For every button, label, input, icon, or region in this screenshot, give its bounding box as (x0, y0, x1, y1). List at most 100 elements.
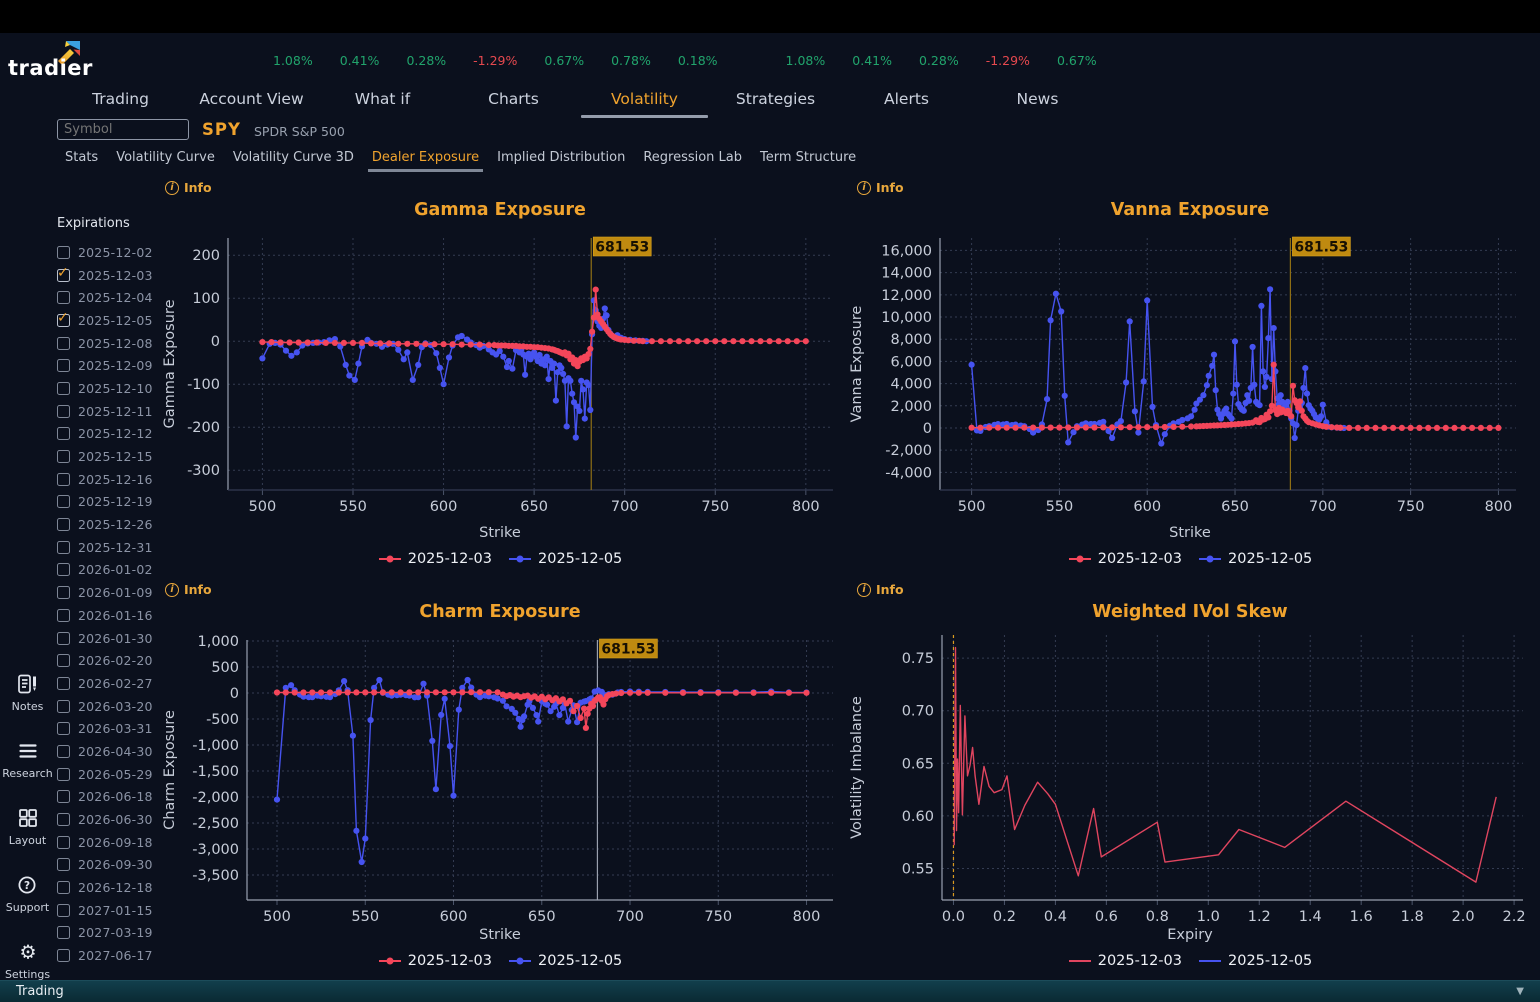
charm-plot-area: 681.53 1,000 500 0 -500 -1,000 -1,500 -2,000 -2,… (162, 634, 833, 924)
expiration-item[interactable]: 2026-06-30 (57, 808, 169, 831)
nav-item-account-view[interactable]: Account View (186, 90, 317, 120)
expiration-checkbox[interactable] (57, 563, 70, 577)
nav-item-alerts[interactable]: Alerts (841, 90, 972, 120)
tab-regression-lab[interactable]: Regression Lab (643, 150, 742, 172)
expiration-item[interactable]: 2026-09-18 (57, 831, 169, 854)
expiration-checkbox[interactable] (57, 404, 70, 418)
expiration-checkbox[interactable] (57, 722, 70, 736)
expiration-item[interactable]: 2025-12-04 (57, 286, 169, 309)
expiration-checkbox[interactable] (57, 310, 70, 327)
expiration-item[interactable]: 2026-03-20 (57, 695, 169, 718)
expiration-item[interactable]: 2026-12-18 (57, 876, 169, 899)
expiration-item[interactable]: 2025-12-05 (57, 309, 169, 332)
expiration-item[interactable]: 2025-12-10 (57, 377, 169, 400)
nav-item-volatility[interactable]: Volatility (579, 90, 710, 120)
expiration-checkbox[interactable] (57, 586, 70, 600)
rail-item-layout[interactable]: Layout (9, 808, 46, 847)
expiration-checkbox[interactable] (57, 495, 70, 509)
legend-item[interactable]: 2025-12-03 (378, 551, 492, 567)
expiration-item[interactable]: 2025-12-12 (57, 423, 169, 446)
expiration-checkbox[interactable] (57, 291, 70, 305)
legend-item[interactable]: 2025-12-03 (1068, 551, 1182, 567)
legend-item[interactable]: 2025-12-05 (508, 551, 622, 567)
rail-item-support[interactable]: ? Support (6, 875, 49, 914)
expiration-item[interactable]: 2025-12-31 (57, 536, 169, 559)
expiration-checkbox[interactable] (57, 336, 70, 350)
tab-implied-distribution[interactable]: Implied Distribution (497, 150, 625, 172)
legend-item[interactable]: 2025-12-05 (508, 953, 622, 969)
expiration-checkbox[interactable] (57, 813, 70, 827)
tab-volatility-curve-3d[interactable]: Volatility Curve 3D (233, 150, 354, 172)
expiration-checkbox[interactable] (57, 540, 70, 554)
expiration-item[interactable]: 2026-06-18 (57, 786, 169, 809)
expiration-checkbox[interactable] (57, 858, 70, 872)
nav-item-charts[interactable]: Charts (448, 90, 579, 120)
tab-volatility-curve[interactable]: Volatility Curve (116, 150, 215, 172)
expiration-checkbox[interactable] (57, 450, 70, 464)
expiration-item[interactable]: 2026-02-27 (57, 672, 169, 695)
expiration-checkbox[interactable] (57, 427, 70, 441)
expiration-checkbox[interactable] (57, 265, 70, 282)
expiration-checkbox[interactable] (57, 359, 70, 373)
expiration-checkbox[interactable] (57, 767, 70, 781)
expiration-checkbox[interactable] (57, 381, 70, 395)
expiration-item[interactable]: 2026-05-29 (57, 763, 169, 786)
expiration-item[interactable]: 2026-01-30 (57, 627, 169, 650)
expiration-item[interactable]: 2025-12-02 (57, 241, 169, 264)
expiration-item[interactable]: 2025-12-16 (57, 468, 169, 491)
info-button[interactable]: i Info (857, 180, 904, 195)
legend-item[interactable]: 2025-12-05 (1198, 953, 1312, 969)
expiration-item[interactable]: 2025-12-03 (57, 264, 169, 287)
expiration-checkbox[interactable] (57, 245, 70, 259)
tab-stats[interactable]: Stats (65, 150, 98, 172)
expiration-item[interactable]: 2025-12-08 (57, 332, 169, 355)
expiration-item[interactable]: 2025-12-09 (57, 354, 169, 377)
expiration-item[interactable]: 2025-12-15 (57, 445, 169, 468)
expiration-checkbox[interactable] (57, 903, 70, 917)
expiration-checkbox[interactable] (57, 835, 70, 849)
expiration-checkbox[interactable] (57, 608, 70, 622)
tradier-logo[interactable]: tradier (6, 38, 96, 84)
legend-item[interactable]: 2025-12-03 (378, 953, 492, 969)
nav-item-news[interactable]: News (972, 90, 1103, 120)
expiration-checkbox[interactable] (57, 790, 70, 804)
expiration-item[interactable]: 2027-01-15 (57, 899, 169, 922)
tab-term-structure[interactable]: Term Structure (760, 150, 856, 172)
legend-item[interactable]: 2025-12-03 (1068, 953, 1182, 969)
expiration-item[interactable]: 2026-01-09 (57, 581, 169, 604)
expiration-item[interactable]: 2026-01-16 (57, 604, 169, 627)
expiration-item[interactable]: 2026-01-02 (57, 559, 169, 582)
nav-item-strategies[interactable]: Strategies (710, 90, 841, 120)
expiration-item[interactable]: 2025-12-26 (57, 513, 169, 536)
expiration-item[interactable]: 2025-12-11 (57, 400, 169, 423)
status-expand-caret-icon[interactable]: ▼ (1516, 986, 1524, 997)
legend-item[interactable]: 2025-12-05 (1198, 551, 1312, 567)
expiration-checkbox[interactable] (57, 631, 70, 645)
info-button[interactable]: i Info (857, 582, 904, 597)
expiration-checkbox[interactable] (57, 472, 70, 486)
expiration-checkbox[interactable] (57, 744, 70, 758)
info-button[interactable]: i Info (165, 180, 212, 195)
symbol-input[interactable] (57, 119, 189, 140)
expiration-item[interactable]: 2025-12-19 (57, 491, 169, 514)
rail-item-research[interactable]: Research (2, 741, 53, 780)
nav-item-trading[interactable]: Trading (55, 90, 186, 120)
expiration-checkbox[interactable] (57, 518, 70, 532)
tab-dealer-exposure[interactable]: Dealer Exposure (367, 150, 484, 172)
rail-item-settings[interactable]: ⚙ Settings (5, 942, 50, 982)
expiration-item[interactable]: 2027-06-17 (57, 944, 169, 967)
expiration-item[interactable]: 2026-03-31 (57, 717, 169, 740)
expiration-checkbox[interactable] (57, 699, 70, 713)
expiration-checkbox[interactable] (57, 949, 70, 963)
expiration-item[interactable]: 2026-04-30 (57, 740, 169, 763)
expiration-checkbox[interactable] (57, 881, 70, 895)
expiration-checkbox[interactable] (57, 676, 70, 690)
expiration-checkbox[interactable] (57, 926, 70, 940)
nav-item-what-if[interactable]: What if (317, 90, 448, 120)
rail-item-notes[interactable]: Notes (12, 674, 43, 713)
expiration-checkbox[interactable] (57, 654, 70, 668)
info-button[interactable]: i Info (165, 582, 212, 597)
expiration-item[interactable]: 2026-09-30 (57, 854, 169, 877)
expiration-item[interactable]: 2026-02-20 (57, 649, 169, 672)
expiration-item[interactable]: 2027-03-19 (57, 922, 169, 945)
